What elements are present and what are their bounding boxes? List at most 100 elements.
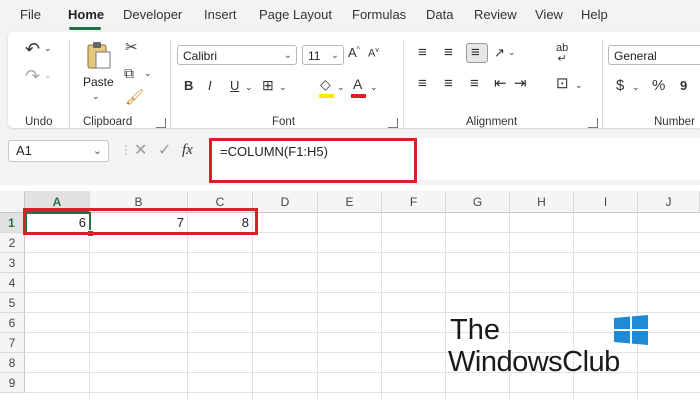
font-launcher-icon[interactable] [388, 118, 398, 128]
merge-dropdown-icon[interactable]: ⌄ [575, 81, 583, 90]
font-color-dropdown-icon[interactable]: ⌄ [370, 83, 378, 92]
column-header-e[interactable]: E [318, 191, 382, 213]
row-header-2[interactable]: 2 [0, 233, 25, 253]
gridline [25, 312, 700, 313]
font-size-value: 11 [308, 49, 321, 63]
borders-dropdown-icon[interactable]: ⌄ [279, 83, 287, 92]
insert-function-icon[interactable]: fx [182, 143, 193, 158]
tab-home[interactable]: Home [68, 7, 104, 22]
row-header-7[interactable]: 7 [0, 333, 25, 353]
row-header-9[interactable]: 9 [0, 373, 25, 393]
fill-color-swatch [319, 94, 334, 98]
font-name-value: Calibri [183, 49, 218, 63]
redo-dropdown-icon[interactable]: ⌄ [44, 71, 52, 80]
align-bottom-icon: ≡ [471, 44, 480, 61]
redo-icon[interactable]: ↷ [25, 67, 40, 85]
tab-insert[interactable]: Insert [204, 7, 237, 22]
wrap-text-icon[interactable]: ab ↵ [556, 43, 568, 65]
row-header-3[interactable]: 3 [0, 253, 25, 273]
column-header-j[interactable]: J [638, 191, 700, 213]
column-header-h[interactable]: H [510, 191, 574, 213]
font-name-select[interactable]: Calibri ⌄ [177, 45, 297, 65]
italic-icon[interactable]: I [208, 79, 212, 92]
align-left-icon[interactable]: ≡ [418, 76, 427, 91]
select-all-corner[interactable] [0, 191, 25, 213]
column-header-d[interactable]: D [253, 191, 318, 213]
row-header-5[interactable]: 5 [0, 293, 25, 313]
underline-dropdown-icon[interactable]: ⌄ [245, 83, 253, 92]
undo-icon[interactable]: ↶ [25, 40, 40, 58]
fill-color-dropdown-icon[interactable]: ⌄ [337, 83, 345, 92]
column-header-f[interactable]: F [382, 191, 446, 213]
name-box-value: A1 [16, 143, 32, 158]
tab-developer[interactable]: Developer [123, 7, 182, 22]
tab-help[interactable]: Help [581, 7, 608, 22]
font-size-select[interactable]: 11 ⌄ [302, 45, 344, 65]
row-header-8[interactable]: 8 [0, 353, 25, 373]
number-group-label: Number [654, 116, 695, 128]
merge-center-icon[interactable]: ⊡ [556, 76, 569, 91]
gridline [25, 292, 700, 293]
align-top-icon[interactable]: ≡ [418, 45, 427, 60]
row-header-1[interactable]: 1 [0, 213, 25, 233]
row-header-4[interactable]: 4 [0, 273, 25, 293]
orientation-dropdown-icon[interactable]: ⌄ [508, 48, 516, 57]
name-box[interactable]: A1 ⌄ [8, 140, 109, 162]
decrease-indent-icon[interactable]: ⇤ [494, 76, 507, 91]
increase-indent-icon[interactable]: ⇥ [514, 76, 527, 91]
tab-file[interactable]: File [20, 7, 41, 22]
enter-icon[interactable]: ✓ [158, 143, 171, 159]
chevron-down-icon: ⌄ [92, 145, 102, 157]
font-color-icon[interactable]: A [353, 77, 362, 91]
font-color-swatch [351, 94, 366, 98]
tab-data[interactable]: Data [426, 7, 453, 22]
percent-icon[interactable]: % [652, 78, 665, 93]
bold-icon[interactable]: B [184, 79, 193, 92]
increase-font-icon[interactable]: A^ [348, 46, 360, 59]
cut-icon[interactable]: ✂ [125, 40, 138, 55]
cancel-icon[interactable]: ✕ [134, 143, 147, 159]
tab-page-layout[interactable]: Page Layout [259, 7, 332, 22]
tab-formulas[interactable]: Formulas [352, 7, 406, 22]
result-highlight-box [23, 208, 258, 235]
fill-color-icon[interactable]: ◇ [320, 77, 331, 91]
gridline [25, 332, 700, 333]
borders-icon[interactable]: ⊞ [262, 78, 274, 92]
gridline [25, 272, 700, 273]
underline-icon[interactable]: U [230, 79, 239, 92]
format-painter-icon[interactable]: 🖌 [125, 90, 144, 105]
tab-review[interactable]: Review [474, 7, 517, 22]
watermark-line1: The [450, 314, 500, 346]
undo-dropdown-icon[interactable]: ⌄ [44, 44, 52, 53]
orientation-icon[interactable]: ↗ [494, 46, 505, 59]
paste-icon[interactable] [86, 40, 112, 70]
column-header-i[interactable]: I [574, 191, 638, 213]
align-bottom-button[interactable]: ≡ [466, 43, 488, 63]
separator [170, 40, 171, 128]
font-group-label: Font [272, 116, 296, 128]
copy-dropdown-icon[interactable]: ⌄ [144, 69, 152, 78]
paste-label[interactable]: Paste [83, 75, 114, 89]
ribbon: ↶ ⌄ ↷ ⌄ Undo Paste ⌄ ✂ ⧉ ⌄ 🖌 Clipboard C… [0, 30, 700, 130]
separator [602, 40, 603, 128]
row-header-6[interactable]: 6 [0, 313, 25, 333]
paste-dropdown-icon[interactable]: ⌄ [92, 92, 100, 101]
decrease-font-icon[interactable]: Av [368, 47, 379, 60]
number-format-select[interactable]: General [608, 45, 700, 65]
clipboard-launcher-icon[interactable] [156, 118, 166, 128]
align-right-icon[interactable]: ≡ [470, 76, 479, 91]
alignment-group-label: Alignment [466, 116, 518, 128]
number-format-value: General [614, 49, 657, 63]
comma-style-icon[interactable]: 9 [680, 79, 687, 92]
copy-icon[interactable]: ⧉ [124, 66, 134, 80]
column-header-g[interactable]: G [446, 191, 510, 213]
align-middle-icon[interactable]: ≡ [444, 45, 453, 60]
undo-group-label: Undo [25, 116, 53, 128]
tab-view[interactable]: View [535, 7, 563, 22]
currency-dropdown-icon[interactable]: ⌄ [632, 83, 640, 92]
align-center-icon[interactable]: ≡ [444, 76, 453, 91]
gridline [25, 392, 700, 393]
currency-icon[interactable]: $ [616, 78, 624, 93]
alignment-launcher-icon[interactable] [588, 118, 598, 128]
ribbon-panel: ↶ ⌄ ↷ ⌄ Undo Paste ⌄ ✂ ⧉ ⌄ 🖌 Clipboard C… [8, 32, 700, 128]
